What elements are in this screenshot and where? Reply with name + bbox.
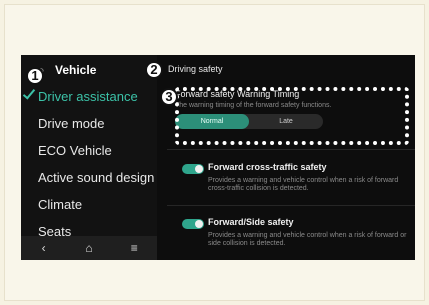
- callout-3: 3: [160, 88, 178, 106]
- sidebar-item-drive-mode[interactable]: Drive mode: [38, 116, 104, 131]
- infotainment-screen: ⌕ Vehicle Driver assistance Drive mode E…: [21, 55, 415, 260]
- forward-cross-traffic-description: Provides a warning and vehicle control w…: [208, 177, 399, 192]
- sidebar-title: Vehicle: [55, 63, 97, 77]
- forward-side-toggle[interactable]: [182, 219, 204, 229]
- callout-1: 1: [26, 67, 44, 85]
- sidebar-item-active-sound-design[interactable]: Active sound design: [38, 170, 154, 185]
- sidebar-item-driver-assistance[interactable]: Driver assistance: [38, 89, 138, 104]
- callout-2: 2: [145, 61, 163, 79]
- sidebar: ⌕ Vehicle Driver assistance Drive mode E…: [21, 55, 157, 260]
- sidebar-item-climate[interactable]: Climate: [38, 197, 82, 212]
- forward-side-title: Forward/Side safety: [208, 217, 294, 227]
- divider: [167, 205, 415, 206]
- highlight-box: [175, 87, 409, 145]
- back-icon[interactable]: ‹: [29, 241, 59, 255]
- menu-icon[interactable]: ≡: [119, 241, 149, 255]
- forward-side-description: Provides a warning and vehicle control w…: [208, 232, 407, 247]
- divider: [167, 149, 415, 150]
- home-icon[interactable]: ⌂: [74, 241, 104, 255]
- settings-panel: Driving safety Forward safety Warning Ti…: [157, 55, 415, 260]
- forward-cross-traffic-title: Forward cross-traffic safety: [208, 162, 327, 172]
- sidebar-item-eco-vehicle[interactable]: ECO Vehicle: [38, 143, 112, 158]
- panel-title: Driving safety: [168, 64, 223, 74]
- forward-cross-traffic-toggle[interactable]: [182, 164, 204, 174]
- navigation-bar: ‹ ⌂ ≡: [21, 236, 157, 260]
- active-indicator-icon: [22, 86, 36, 100]
